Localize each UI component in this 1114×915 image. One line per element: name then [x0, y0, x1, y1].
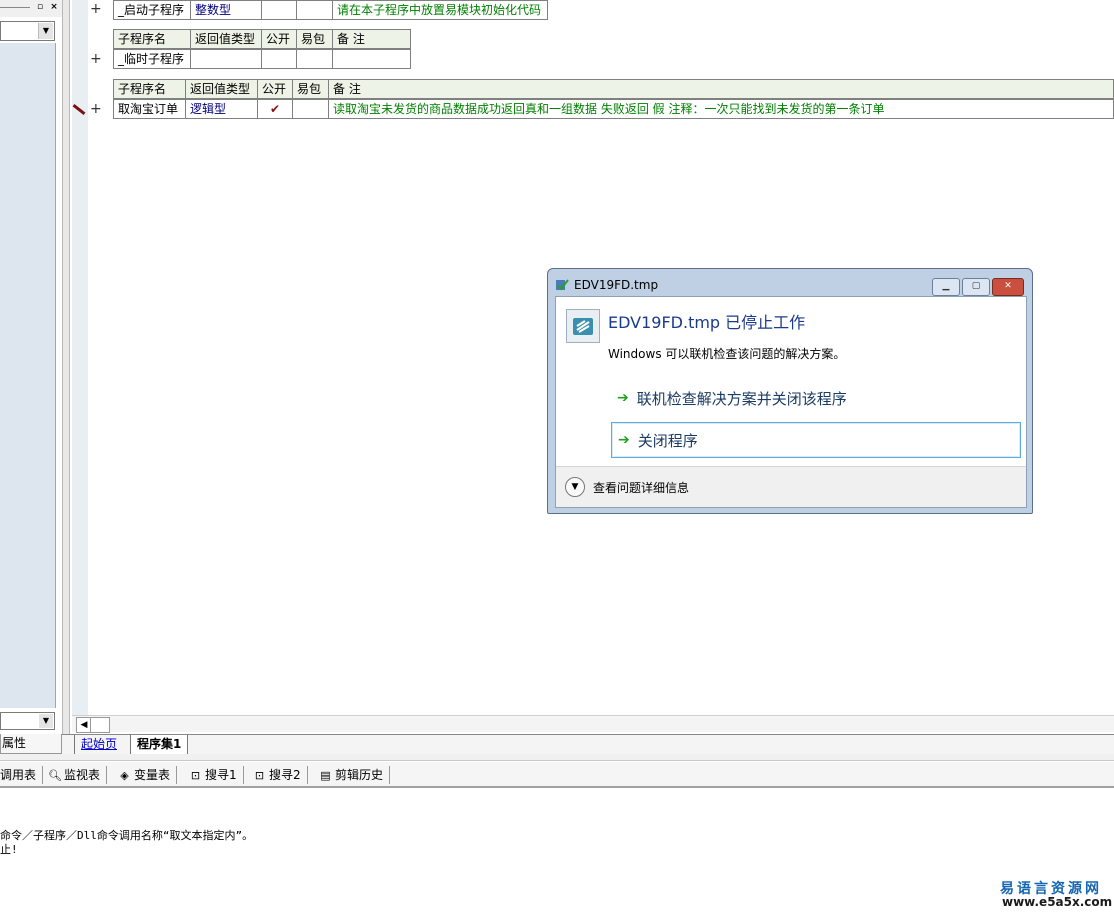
- search1-button[interactable]: ⊡ 搜寻1: [189, 766, 244, 784]
- chevron-down-icon[interactable]: ▼: [38, 23, 53, 39]
- dialog-message: Windows 可以联机检查该问题的解决方案。: [608, 347, 846, 361]
- crash-dialog: EDV19FD.tmp ▁ ▢ ✕ EDV19FD.tmp 已停止工作 Wind…: [547, 268, 1033, 514]
- watch-table-label: 监视表: [64, 768, 101, 782]
- scroll-thumb[interactable]: [90, 717, 110, 733]
- return-type-cell[interactable]: 逻辑型: [185, 99, 258, 119]
- restore-icon[interactable]: ▫: [34, 1, 46, 13]
- chevron-down-icon[interactable]: ▼: [39, 714, 53, 728]
- arrow-right-icon: ➔: [617, 390, 629, 406]
- properties-tab[interactable]: 属性: [0, 734, 62, 754]
- left-panel-bottom-combo[interactable]: ▼: [0, 712, 55, 730]
- remark-cell[interactable]: 读取淘宝未发货的商品数据成功返回真和一组数据 失败返回 假 注释：一次只能找到未…: [328, 99, 1114, 119]
- left-panel-area: [0, 43, 56, 708]
- expand-icon[interactable]: +: [90, 51, 102, 67]
- editor-tab-bar: 起始页 程序集1: [62, 734, 1114, 754]
- arrow-right-icon: ➔: [618, 432, 630, 448]
- dialog-titlebar[interactable]: EDV19FD.tmp: [555, 274, 658, 296]
- clip-history-label: 剪辑历史: [335, 768, 384, 782]
- search-doc-icon: ⊡: [190, 768, 201, 782]
- public-check-icon[interactable]: ✔: [257, 99, 293, 119]
- search2-button[interactable]: ⊡ 搜寻2: [253, 766, 308, 784]
- dialog-heading: EDV19FD.tmp 已停止工作: [608, 313, 806, 332]
- maximize-button[interactable]: ▢: [962, 278, 990, 296]
- chevron-down-icon[interactable]: ▼: [565, 477, 585, 497]
- header-sub-name: 子程序名: [113, 79, 186, 99]
- package-cell[interactable]: [296, 0, 333, 20]
- dialog-footer: ▼ 查看问题详细信息: [556, 466, 1026, 507]
- variable-table-button[interactable]: ◈ 变量表: [118, 766, 178, 784]
- dialog-title: EDV19FD.tmp: [574, 278, 659, 292]
- close-program-option[interactable]: ➔ 关闭程序: [611, 422, 1021, 458]
- splitter[interactable]: [62, 0, 70, 735]
- search-icon: 🔍︎: [48, 768, 62, 782]
- tab-program-set[interactable]: 程序集1: [130, 735, 189, 754]
- return-type-cell[interactable]: [190, 49, 262, 69]
- watermark-url: www.e5a5x.com: [1002, 895, 1113, 909]
- app-small-icon: [556, 279, 569, 291]
- variable-icon: ◈: [120, 768, 129, 782]
- left-panel-titlebar: ▫ ×: [0, 0, 62, 17]
- tab-home[interactable]: 起始页: [74, 735, 123, 754]
- minimize-button[interactable]: ▁: [932, 278, 960, 296]
- expand-icon[interactable]: +: [90, 101, 102, 117]
- table-row: 取淘宝订单 逻辑型 ✔ 读取淘宝未发货的商品数据成功返回真和一组数据 失败返回 …: [113, 99, 1114, 120]
- header-remark: 备 注: [332, 29, 411, 49]
- dialog-body: EDV19FD.tmp 已停止工作 Windows 可以联机检查该问题的解决方案…: [555, 296, 1027, 508]
- sub-name-cell[interactable]: _启动子程序: [113, 0, 191, 20]
- header-return-type: 返回值类型: [190, 29, 262, 49]
- close-program-label: 关闭程序: [637, 431, 698, 450]
- table-row: _临时子程序: [113, 49, 411, 70]
- header-remark: 备 注: [328, 79, 1114, 99]
- app-icon: [566, 309, 600, 343]
- clipboard-icon: ▤: [320, 768, 331, 782]
- sub-name-cell[interactable]: 取淘宝订单: [113, 99, 186, 119]
- table-header: 子程序名 返回值类型 公开 易包 备 注: [113, 29, 411, 50]
- close-button[interactable]: ✕: [992, 278, 1024, 296]
- remark-cell[interactable]: [332, 49, 411, 69]
- clip-history-button[interactable]: ▤ 剪辑历史: [319, 766, 391, 784]
- table-row: _启动子程序 整数型 请在本子程序中放置易模块初始化代码: [113, 0, 548, 21]
- return-type-cell[interactable]: 整数型: [190, 0, 262, 20]
- sub-name-cell[interactable]: _临时子程序: [113, 49, 191, 69]
- public-cell[interactable]: [261, 0, 297, 20]
- bottom-toolbar: 调用表 🔍︎ 监视表 ◈ 变量表 ⊡ 搜寻1 ⊡ 搜寻2 ▤ 剪辑历史: [0, 762, 1114, 788]
- close-icon[interactable]: ×: [48, 1, 60, 13]
- call-table-button[interactable]: 调用表: [0, 766, 44, 784]
- package-cell[interactable]: [292, 99, 329, 119]
- search-doc-icon: ⊡: [254, 768, 265, 782]
- header-public: 公开: [257, 79, 293, 99]
- panel-separator: [0, 754, 1114, 761]
- output-line: 止!: [0, 843, 18, 856]
- header-return-type: 返回值类型: [185, 79, 258, 99]
- public-cell[interactable]: [261, 49, 297, 69]
- header-package: 易包: [296, 29, 333, 49]
- output-line: 命令／子程序／Dll命令调用名称“取文本指定内”。: [0, 829, 254, 842]
- search2-label: 搜寻2: [269, 768, 301, 782]
- expand-icon[interactable]: +: [90, 1, 102, 17]
- variable-table-label: 变量表: [134, 768, 171, 782]
- left-panel-combo[interactable]: ▼: [0, 21, 55, 41]
- check-online-label: 联机检查解决方案并关闭该程序: [636, 389, 847, 408]
- header-public: 公开: [261, 29, 297, 49]
- call-table-label: 调用表: [0, 768, 37, 782]
- horizontal-scrollbar[interactable]: ◀: [72, 715, 1114, 733]
- watch-table-button[interactable]: 🔍︎ 监视表: [48, 766, 108, 784]
- search1-label: 搜寻1: [205, 768, 237, 782]
- view-details-link[interactable]: 查看问题详细信息: [593, 479, 689, 496]
- header-package: 易包: [292, 79, 329, 99]
- header-sub-name: 子程序名: [113, 29, 191, 49]
- table-header: 子程序名 返回值类型 公开 易包 备 注: [113, 79, 1114, 100]
- check-online-option[interactable]: ➔ 联机检查解决方案并关闭该程序: [611, 381, 847, 415]
- remark-cell[interactable]: 请在本子程序中放置易模块初始化代码: [332, 0, 548, 20]
- package-cell[interactable]: [296, 49, 333, 69]
